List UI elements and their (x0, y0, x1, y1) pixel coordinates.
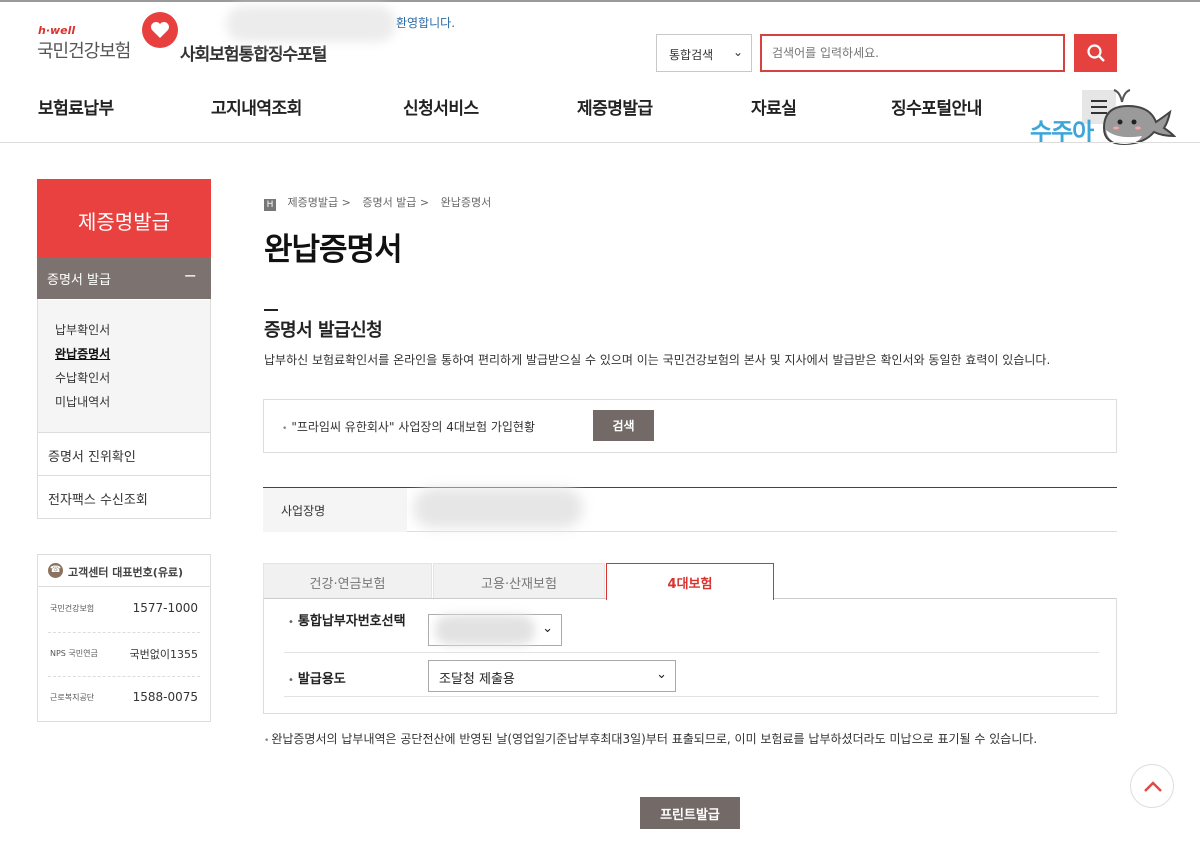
notice-text: • 완납증명서의 납부내역은 공단전산에 반영된 날(영업일기준납부후최대3일)부… (264, 732, 1038, 746)
chevron-down-icon: ⌄ (732, 45, 743, 59)
search-button[interactable] (1074, 34, 1117, 72)
tab-health-pension[interactable]: 건강·연금보험 (263, 563, 432, 599)
sidebar-group-certificate-issue[interactable]: 증명서 발급 − (37, 257, 211, 299)
breadcrumb-item: 완납증명서 (440, 196, 492, 209)
payer-number-select[interactable]: ⌄ (428, 614, 562, 646)
nhis-logo: 국민건강보험 (50, 604, 95, 613)
scroll-top-button[interactable] (1130, 764, 1174, 808)
breadcrumb-item[interactable]: 증명서 발급 > (362, 196, 429, 209)
sidebar-item-authenticity-check[interactable]: 증명서 진위확인 (38, 432, 210, 475)
sidebar-item-receipt-confirmation[interactable]: 수납확인서 (55, 369, 110, 386)
gnb-item-notice-history[interactable]: 고지내역조회 (211, 94, 302, 119)
collapse-icon[interactable]: − (184, 266, 197, 285)
logo-hwell-text: h·well (38, 24, 76, 37)
issue-purpose-select[interactable]: 조달청 제출용 ⌄ (428, 660, 676, 692)
redacted-welcome-name (226, 6, 396, 42)
section-bar (264, 309, 278, 311)
business-name-row: 사업장명 (263, 487, 1117, 532)
gnb-item-certificates[interactable]: 제증명발급 (577, 94, 653, 119)
gnb-item-application[interactable]: 신청서비스 (403, 94, 479, 119)
customer-center-row: 국민건강보험 1577-1000 (38, 587, 210, 632)
page-title: 완납증명서 (264, 232, 403, 268)
nps-logo: NPS 국민연금 (50, 649, 98, 658)
phone-number: 1588-0075 (132, 690, 198, 704)
tab-employment-industrial[interactable]: 고용·산재보험 (433, 563, 605, 599)
header-divider (0, 142, 1200, 143)
breadcrumb-item[interactable]: 제증명발급 > (288, 196, 351, 209)
customer-center-row: NPS 국민연금 국번없이1355 (38, 632, 210, 677)
top-border (0, 0, 1200, 2)
sidebar-item-efax-inquiry[interactable]: 전자팩스 수신조회 (38, 475, 210, 518)
comwel-logo: 근로복지공단 (50, 693, 95, 702)
section-title: 증명서 발급신청 (264, 320, 383, 341)
company-search-button[interactable]: 검색 (593, 410, 654, 441)
search-scope-select[interactable]: 통합검색 ⌄ (656, 34, 752, 72)
phone-number: 국번없이1355 (129, 648, 198, 661)
company-status-box: • "프라임씨 유한회사" 사업장의 4대보험 가입현황 검색 (263, 399, 1117, 453)
issue-purpose-value: 조달청 제출용 (439, 672, 515, 687)
redacted-payer-number (435, 615, 535, 645)
phone-icon: ☎ (48, 563, 63, 578)
search-input[interactable] (760, 34, 1065, 72)
heart-logo-icon (142, 12, 178, 48)
print-issue-button[interactable]: 프린트발급 (640, 797, 740, 829)
sidebar-item-payment-confirmation[interactable]: 납부확인서 (55, 321, 110, 338)
whale-mascot-icon (1102, 89, 1176, 146)
welcome-notice: 환영합니다. (396, 16, 456, 30)
issue-purpose-label: • 발급용도 (288, 672, 346, 687)
company-status-text: • "프라임씨 유한회사" 사업장의 4대보험 가입현황 (282, 420, 536, 434)
phone-number: 1577-1000 (132, 601, 198, 615)
home-icon[interactable]: H (264, 199, 276, 211)
gnb-item-portal-guide[interactable]: 징수포털안내 (891, 94, 982, 119)
tab-four-insurances[interactable]: 4대보험 (606, 563, 774, 600)
chevron-down-icon: ⌄ (542, 621, 553, 636)
sidebar-title: 제증명발급 (37, 179, 211, 257)
logo-nhis-text[interactable]: 국민건강보험 (37, 37, 131, 63)
chevron-down-icon: ⌄ (656, 667, 667, 682)
gnb-item-resources[interactable]: 자료실 (751, 94, 797, 119)
sidebar-item-unpaid-statement[interactable]: 미납내역서 (55, 393, 110, 410)
search-icon (1087, 44, 1105, 62)
business-name-label: 사업장명 (263, 488, 407, 532)
search-scope-value: 통합검색 (669, 48, 714, 62)
customer-center-box: ☎ 고객센터 대표번호(유료) 국민건강보험 1577-1000 NPS 국민연… (37, 554, 211, 722)
breadcrumb: H 제증명발급 > 증명서 발급 > 완납증명서 (264, 194, 491, 211)
gnb-item-payment[interactable]: 보험료납부 (38, 94, 114, 119)
sidebar-item-full-payment-certificate[interactable]: 완납증명서 (55, 345, 110, 362)
portal-title[interactable]: 사회보험통합징수포털 (180, 40, 327, 65)
redacted-business-name (413, 488, 583, 528)
sidebar-submenu: 납부확인서 완납증명서 수납확인서 미납내역서 (38, 300, 210, 432)
issue-form: • 통합납부자번호선택 ⌄ • 발급용도 조달청 제출용 ⌄ (263, 598, 1117, 714)
section-description: 납부하신 보험료확인서를 온라인을 통하여 편리하게 발급받으실 수 있으며 이… (264, 353, 1051, 367)
customer-center-title-text: 고객센터 대표번호(유료) (68, 566, 184, 579)
customer-center-row: 근로복지공단 1588-0075 (38, 676, 210, 721)
chevron-up-icon (1144, 781, 1162, 792)
sidebar-group-label: 증명서 발급 (47, 273, 111, 288)
payer-number-label: • 통합납부자번호선택 (288, 614, 406, 629)
customer-center-title: ☎ 고객센터 대표번호(유료) (38, 555, 210, 587)
